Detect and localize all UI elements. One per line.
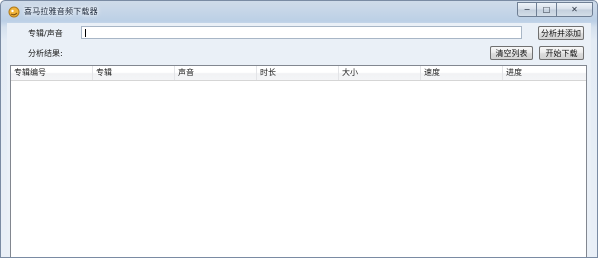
- minimize-button[interactable]: −: [517, 2, 537, 17]
- text-caret: [85, 29, 86, 37]
- column-header-album-id[interactable]: 专辑编号: [11, 66, 93, 80]
- results-list[interactable]: 专辑编号 专辑 声音 时长 大小 速度 进度: [10, 65, 587, 257]
- analyze-add-button[interactable]: 分析并添加: [538, 26, 584, 40]
- close-icon: ✕: [571, 4, 578, 14]
- maximize-button[interactable]: □: [537, 2, 557, 17]
- album-sound-label: 专辑/声音: [28, 29, 63, 38]
- start-download-button[interactable]: 开始下载: [539, 46, 584, 60]
- analyze-add-label: 分析并添加: [541, 28, 581, 38]
- column-header-duration[interactable]: 时长: [257, 66, 339, 80]
- app-icon: [8, 6, 20, 18]
- app-window: 喜马拉雅音频下载器 − □ ✕ 专辑/声音 分析并添加 分析结果: 清空列表 开…: [0, 0, 598, 258]
- start-download-label: 开始下载: [545, 48, 578, 58]
- column-header-speed[interactable]: 速度: [421, 66, 503, 80]
- minimize-icon: −: [523, 4, 531, 14]
- window-title: 喜马拉雅音频下载器: [24, 7, 98, 16]
- clear-list-button[interactable]: 清空列表: [490, 46, 533, 60]
- list-header: 专辑编号 专辑 声音 时长 大小 速度 进度: [11, 66, 586, 81]
- client-area: 专辑/声音 分析并添加 分析结果: 清空列表 开始下载 专辑编号 专辑 声音 时…: [7, 23, 591, 257]
- column-header-size[interactable]: 大小: [339, 66, 421, 80]
- column-header-album[interactable]: 专辑: [93, 66, 175, 80]
- title-bar[interactable]: 喜马拉雅音频下载器 − □ ✕: [1, 1, 597, 23]
- album-sound-input[interactable]: [81, 26, 522, 39]
- result-label: 分析结果:: [28, 49, 63, 58]
- clear-list-label: 清空列表: [495, 48, 528, 58]
- maximize-icon: □: [542, 4, 551, 14]
- window-controls: − □ ✕: [517, 2, 593, 17]
- column-header-sound[interactable]: 声音: [175, 66, 257, 80]
- column-header-progress[interactable]: 进度: [503, 66, 586, 80]
- close-button[interactable]: ✕: [557, 2, 593, 17]
